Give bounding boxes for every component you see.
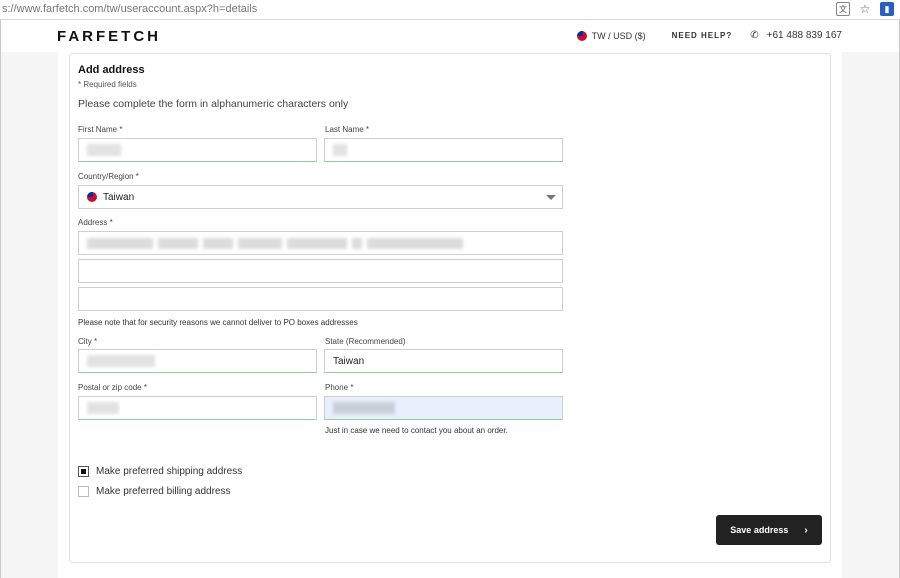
first-name-label: First Name * (78, 125, 123, 134)
address-label: Address * (78, 218, 113, 227)
phone-icon: ✆ (750, 30, 759, 41)
phone-number: +61 488 839 167 (766, 30, 842, 41)
postal-label: Postal or zip code * (78, 383, 147, 392)
state-field[interactable]: Taiwan (324, 349, 563, 373)
state-label: State (Recommended) (325, 337, 406, 346)
taiwan-flag-icon (87, 192, 97, 202)
url-text[interactable]: s://www.farfetch.com/tw/useraccount.aspx… (2, 3, 257, 15)
redacted-city (87, 355, 155, 367)
save-address-button[interactable]: Save address › (716, 515, 822, 545)
preferred-shipping-option[interactable]: Make preferred shipping address (78, 466, 242, 477)
state-value: Taiwan (333, 355, 365, 367)
browser-url-bar[interactable]: s://www.farfetch.com/tw/useraccount.aspx… (0, 0, 900, 20)
translate-icon[interactable]: 文 (836, 2, 850, 16)
redacted-address (238, 237, 282, 249)
country-label: Country/Region * (78, 172, 139, 181)
locale-selector[interactable]: TW / USD ($) (576, 30, 646, 41)
required-note: * Required fields (78, 80, 137, 89)
last-name-field[interactable] (324, 138, 563, 162)
redacted-address (367, 237, 463, 249)
site-header: FARFETCH TW / USD ($) NEED HELP? ✆ +61 4… (0, 20, 900, 52)
chevron-right-icon: › (804, 524, 808, 536)
country-value: Taiwan (103, 191, 135, 203)
billing-checkbox-label: Make preferred billing address (96, 486, 231, 497)
shipping-checkbox[interactable] (78, 466, 89, 477)
chevron-down-icon (546, 195, 556, 200)
form-title: Add address (78, 64, 145, 76)
phone-contact[interactable]: ✆ +61 488 839 167 (750, 30, 842, 41)
bookmark-icon[interactable]: ▮ (880, 2, 894, 16)
billing-checkbox[interactable] (78, 486, 89, 497)
redacted-last-name (333, 144, 347, 156)
need-help-link[interactable]: NEED HELP? (672, 31, 733, 40)
po-box-note: Please note that for security reasons we… (78, 318, 358, 327)
browser-icons: 文 ☆ ▮ (836, 2, 894, 16)
form-intro: Please complete the form in alphanumeric… (78, 98, 349, 110)
city-field[interactable] (78, 349, 317, 373)
country-select[interactable]: Taiwan (78, 185, 563, 209)
page-edge-left (0, 20, 1, 578)
redacted-address (287, 237, 347, 249)
address-line2-field[interactable] (78, 259, 563, 283)
first-name-field[interactable] (78, 138, 317, 162)
redacted-postal-code (87, 402, 119, 414)
shipping-checkbox-label: Make preferred shipping address (96, 466, 243, 477)
redacted-address (87, 237, 153, 249)
phone-label: Phone * (325, 383, 354, 392)
postal-code-field[interactable] (78, 396, 317, 420)
redacted-phone (333, 402, 395, 414)
taiwan-flag-icon (576, 30, 587, 41)
last-name-label: Last Name * (325, 125, 370, 134)
phone-field[interactable] (324, 396, 563, 420)
farfetch-logo[interactable]: FARFETCH (57, 28, 161, 45)
address-line3-field[interactable] (78, 287, 563, 311)
star-icon[interactable]: ☆ (858, 2, 872, 16)
redacted-first-name (87, 144, 121, 156)
save-address-label: Save address (730, 525, 789, 535)
redacted-address (352, 237, 362, 249)
city-label: City * (78, 337, 98, 346)
header-right: TW / USD ($) NEED HELP? ✆ +61 488 839 16… (576, 30, 842, 41)
address-line1-field[interactable] (78, 231, 563, 255)
locale-label: TW / USD ($) (591, 30, 646, 41)
redacted-address (158, 237, 198, 249)
redacted-address (203, 237, 233, 249)
phone-hint: Just in case we need to contact you abou… (325, 426, 508, 435)
preferred-billing-option[interactable]: Make preferred billing address (78, 486, 231, 497)
